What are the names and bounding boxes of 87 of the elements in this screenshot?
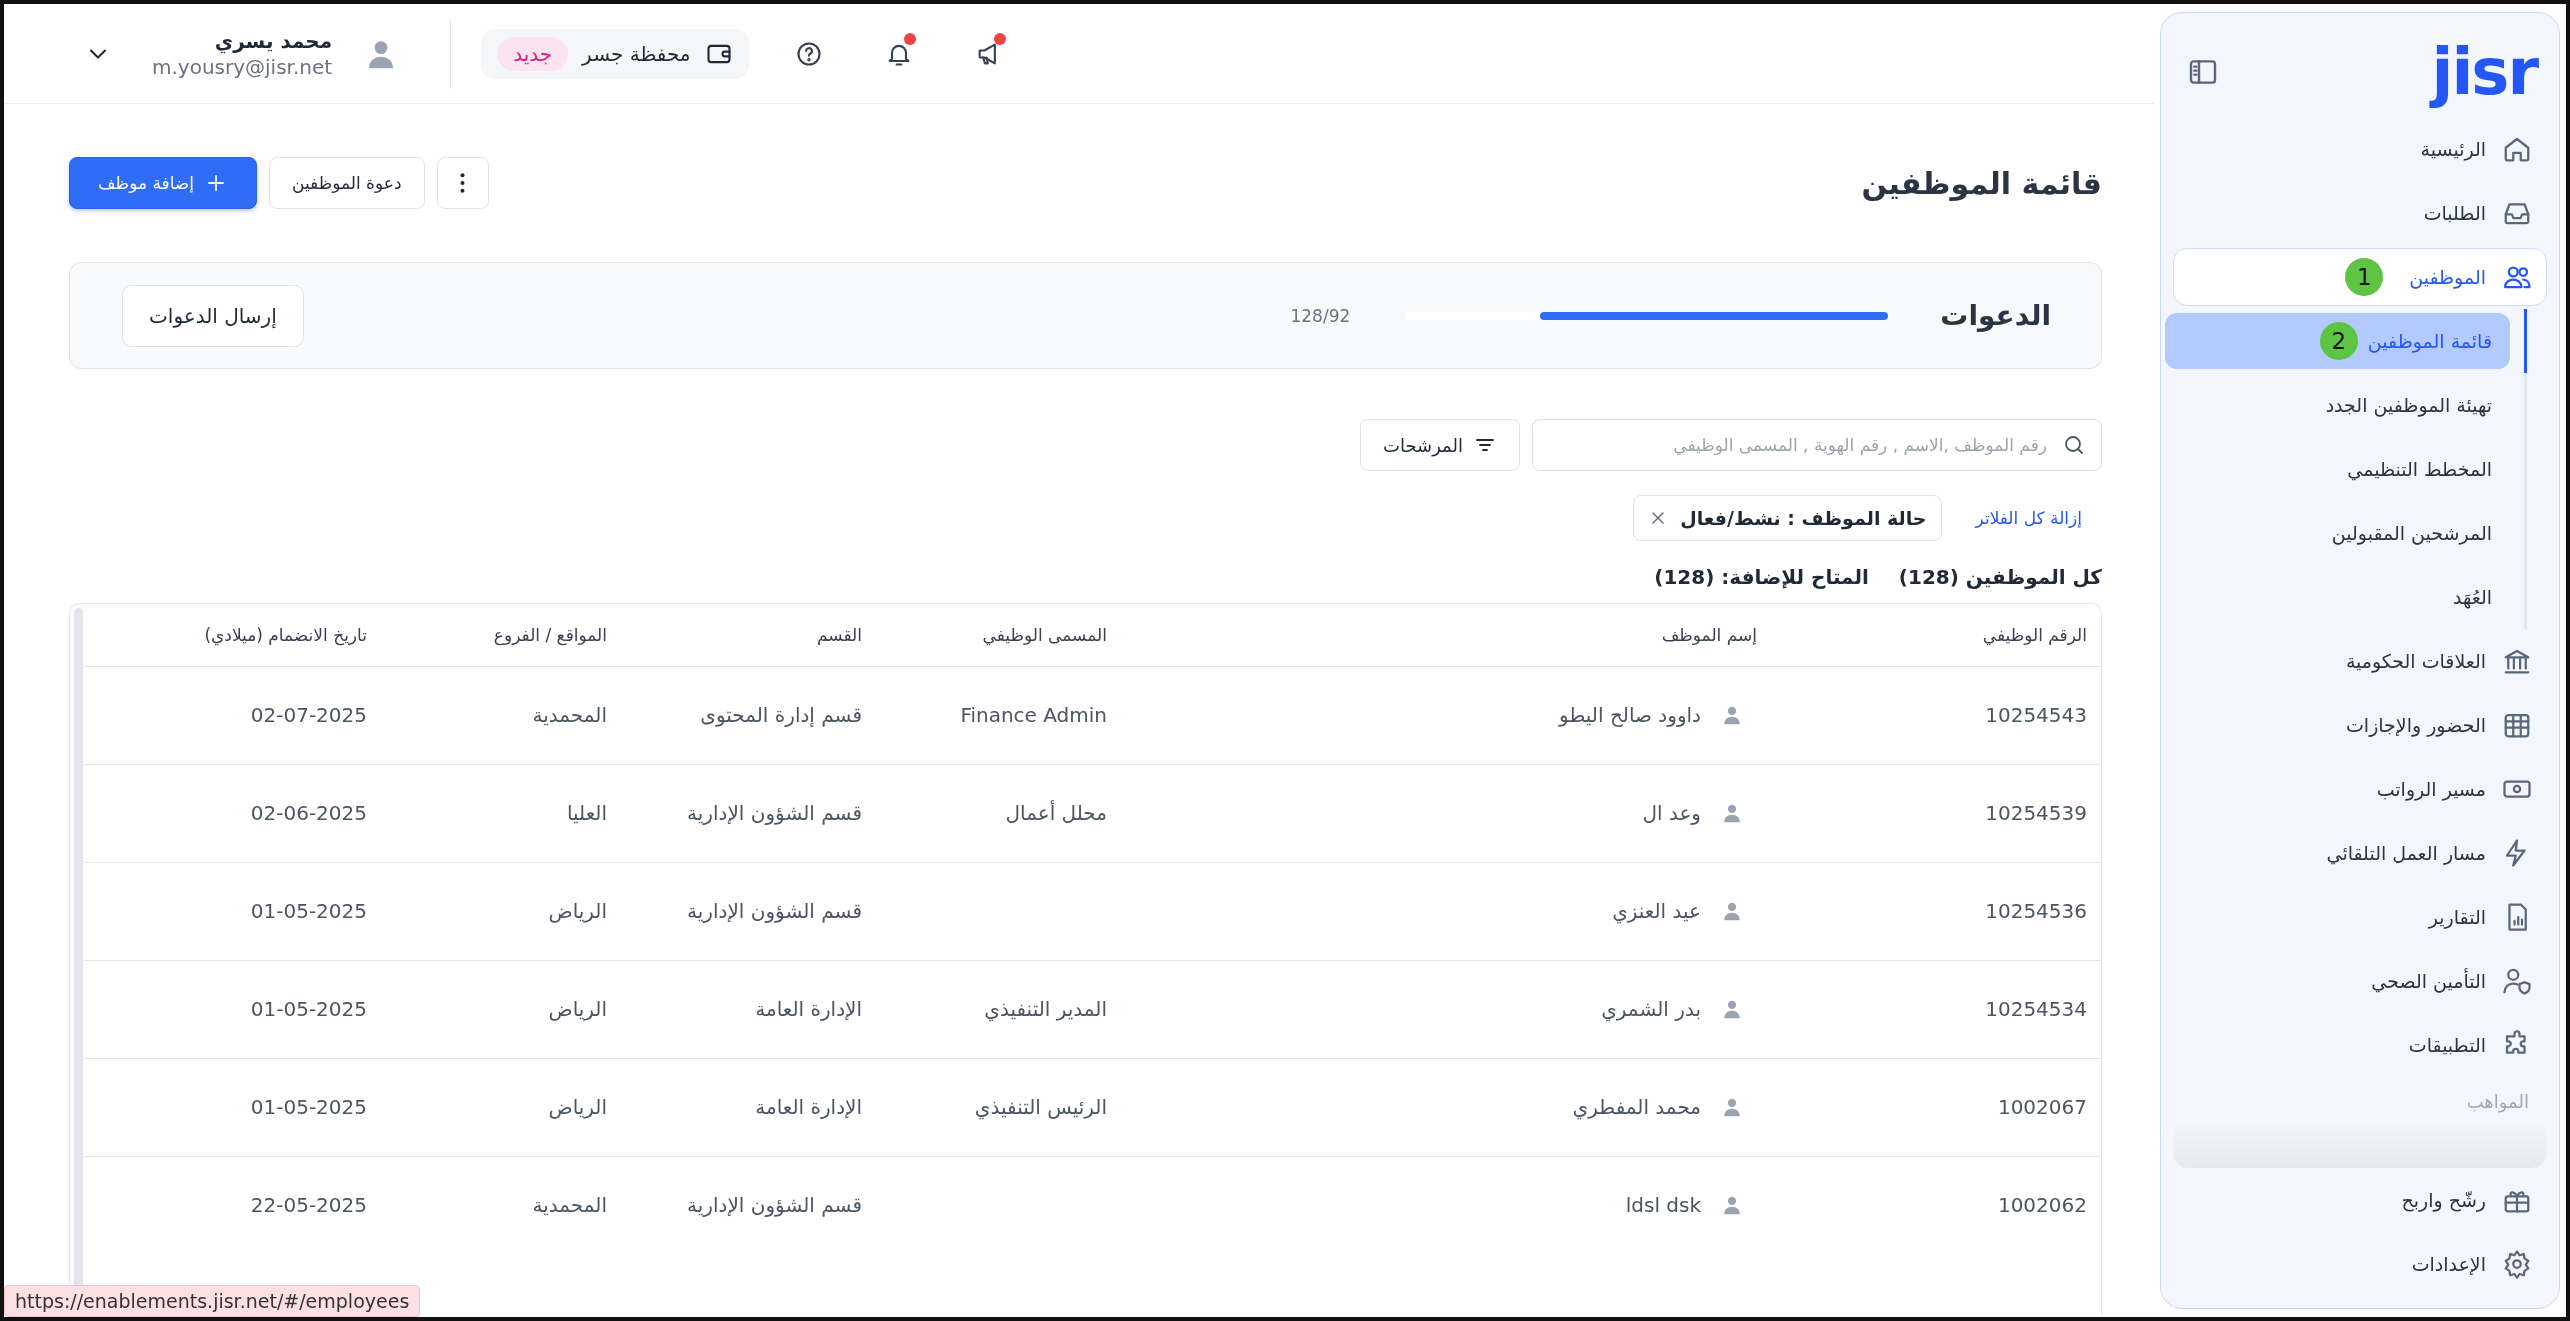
column-header: تاريخ الانضمام (ميلادي) bbox=[84, 604, 381, 666]
kebab-icon bbox=[460, 173, 466, 193]
nav-item[interactable]: التقارير bbox=[2173, 888, 2547, 946]
table-cell: المدير التنفيذي bbox=[984, 997, 1107, 1021]
table-cell: قسم إدارة المحتوى bbox=[700, 703, 862, 727]
table-cell: الرياض bbox=[548, 1095, 607, 1119]
table-cell: 22-05-2025 bbox=[250, 1193, 367, 1218]
nav-item[interactable]: الإعدادات bbox=[2173, 1235, 2547, 1293]
search-icon bbox=[2062, 433, 2086, 457]
table-cell: بدر الشمري bbox=[1601, 997, 1701, 1021]
table-cell: 02-07-2025 bbox=[250, 703, 367, 727]
search-field[interactable]: رقم الموظف ,الاسم , رقم الهوية , المسمى الوظيفي bbox=[1532, 419, 2102, 471]
nav-item[interactable]: الحضور والإجازات bbox=[2173, 696, 2547, 754]
table-cell: 10254539 bbox=[1985, 801, 2087, 825]
nav-subitem[interactable]: العُهَد bbox=[2165, 569, 2510, 625]
person-icon bbox=[1721, 998, 1743, 1020]
wallet-label: محفظة جسر bbox=[582, 41, 691, 66]
step-badge: 2 bbox=[2319, 322, 2358, 360]
person-icon bbox=[1721, 704, 1743, 726]
table-cell: Finance Admin bbox=[960, 703, 1107, 727]
nav-item[interactable]: العلاقات الحكومية bbox=[2173, 632, 2547, 690]
chip-label: حالة الموظف : نشط/فعال bbox=[1680, 507, 1927, 529]
help-icon[interactable] bbox=[794, 39, 823, 68]
table-cell: الرياض bbox=[548, 899, 607, 923]
nav-item[interactable]: الطلبات bbox=[2173, 184, 2547, 242]
table-cell: 1002062 bbox=[1997, 1193, 2087, 1218]
filters-button[interactable]: المرشحات bbox=[1360, 419, 1520, 471]
count-label: كل الموظفين (128) bbox=[1898, 565, 2102, 589]
invite-button[interactable]: دعوة الموظفين bbox=[269, 157, 425, 209]
person-icon bbox=[1721, 802, 1743, 824]
table-cell: عيد العنزي bbox=[1612, 899, 1701, 923]
table-cell: 01-05-2025 bbox=[250, 997, 367, 1021]
table-cell: 10254543 bbox=[1985, 703, 2087, 727]
table-cell: الرياض bbox=[548, 997, 607, 1021]
nav-subitem[interactable]: المخطط التنظيمي bbox=[2165, 441, 2510, 497]
table-cell: المحمدية bbox=[532, 703, 607, 727]
table-cell: وعد ال bbox=[1642, 801, 1701, 825]
table-cell: 02-06-2025 bbox=[250, 801, 367, 825]
table-cell: الإدارة العامة bbox=[755, 1095, 862, 1119]
count-label: المتاح للإضافة: (128) bbox=[1654, 565, 1869, 589]
settings-icon bbox=[2502, 1249, 2532, 1279]
nav-item[interactable]: التطبيقات bbox=[2173, 1016, 2547, 1074]
user-shield-icon bbox=[2502, 966, 2532, 996]
table-cell: 10254536 bbox=[1985, 899, 2087, 923]
table-cell: محلل أعمال bbox=[1005, 801, 1107, 825]
clear-filters-link[interactable]: إزالة كل الفلاتر bbox=[1955, 508, 2102, 528]
table-cell: قسم الشؤون الإدارية bbox=[687, 899, 862, 923]
nav-item[interactable]: رشّح واربح bbox=[2173, 1171, 2547, 1229]
user-email: m.yousry@jisr.net bbox=[152, 54, 333, 79]
nav-subitem[interactable]: تهيئة الموظفين الجدد bbox=[2165, 377, 2510, 433]
nav-item[interactable]: الرئيسية bbox=[2173, 120, 2547, 178]
column-header: المسمى الوظيفي bbox=[876, 604, 1121, 666]
wallet-button[interactable]: محفظة جسر جديد bbox=[481, 28, 749, 79]
table-cell: 01-05-2025 bbox=[250, 899, 367, 923]
table-cell: المحمدية bbox=[532, 1193, 607, 1218]
table-cell: داوود صالح اليطو bbox=[1559, 703, 1701, 727]
table-cell: العليا bbox=[566, 801, 607, 825]
person-icon bbox=[1721, 1096, 1743, 1118]
column-header: الرقم الوظيفي bbox=[1771, 604, 2101, 666]
section-label: المواهب bbox=[2465, 1090, 2530, 1112]
table-cell: 10254534 bbox=[1985, 997, 2087, 1021]
nav-item[interactable]: مسار العمل التلقائي bbox=[2173, 824, 2547, 882]
step-badge: 1 bbox=[2345, 258, 2384, 296]
card-title: الدعوات bbox=[1940, 299, 2051, 332]
table-cell: قسم الشؤون الإدارية bbox=[687, 801, 862, 825]
table-cell: محمد المفطري bbox=[1572, 1095, 1701, 1119]
page-title: قائمة الموظفين bbox=[1861, 165, 2102, 201]
column-header: إسم الموظف bbox=[1121, 604, 1771, 666]
column-header: المواقع / الفروع bbox=[381, 604, 621, 666]
table-cell: الإدارة العامة bbox=[755, 997, 862, 1021]
nav-subitem[interactable]: المرشحين المقبولين bbox=[2165, 505, 2510, 561]
person-icon bbox=[1721, 1194, 1743, 1217]
user-name: محمد يسري bbox=[214, 28, 333, 53]
column-header: القسم bbox=[621, 604, 876, 666]
progress-reading: 128/92 bbox=[1290, 305, 1351, 326]
send-invitations-button[interactable]: إرسال الدعوات bbox=[122, 284, 304, 347]
status-url-tooltip: https://enablements.jisr.net/#/employees bbox=[4, 1285, 421, 1317]
table-cell: 1002067 bbox=[1997, 1095, 2087, 1119]
table-cell: 01-05-2025 bbox=[250, 1095, 367, 1119]
nav-item[interactable]: مسير الرواتب bbox=[2173, 760, 2547, 818]
new-badge: جديد bbox=[497, 36, 569, 71]
add-employee-button[interactable]: إضافة موظف bbox=[69, 157, 257, 209]
table-cell: قسم الشؤون الإدارية bbox=[687, 1193, 862, 1218]
nav-item[interactable]: التأمين الصحي bbox=[2173, 952, 2547, 1010]
table-cell: الرئيس التنفيذي bbox=[974, 1095, 1107, 1119]
person-icon bbox=[1721, 900, 1743, 922]
table-cell: ldsl dsk bbox=[1625, 1193, 1701, 1218]
